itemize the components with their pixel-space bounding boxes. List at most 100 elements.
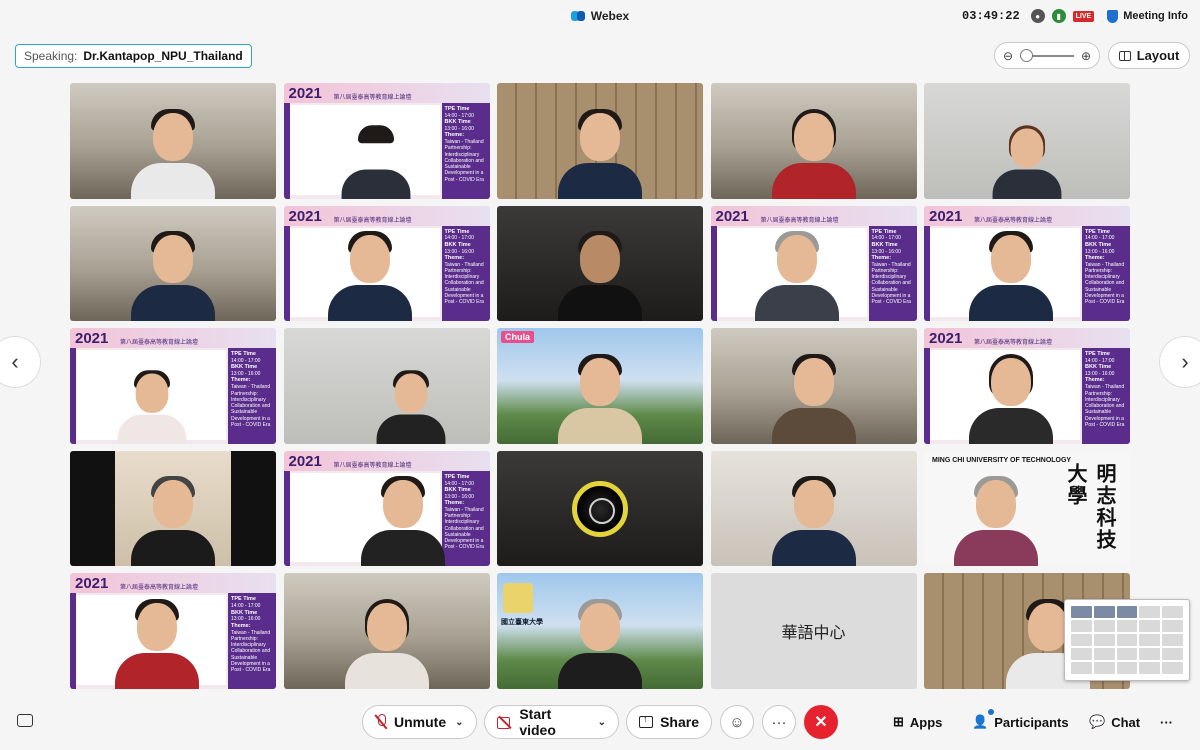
- theme-text: Taiwan - Thailand Partnership: Interdisc…: [1085, 384, 1125, 428]
- video-tile[interactable]: 2021 第八屆臺泰高等教育線上論壇 TPE Time 14:00 - 17:0…: [924, 205, 1130, 322]
- forum-schedule-panel: TPE Time 14:00 - 17:00 BKK Time 13:00 - …: [441, 225, 490, 322]
- chevron-down-icon[interactable]: ⌄: [598, 717, 606, 728]
- forum-schedule-panel: TPE Time 14:00 - 17:00 BKK Time 13:00 - …: [228, 348, 276, 444]
- chevron-down-icon[interactable]: ⌄: [455, 717, 463, 728]
- forum-title: 第八屆臺泰高等教育線上論壇: [120, 585, 199, 592]
- tpe-label: TPE Time: [231, 596, 256, 603]
- forum-title: 第八屆臺泰高等教育線上論壇: [120, 340, 199, 347]
- video-tile[interactable]: [710, 450, 917, 567]
- participant-video: [114, 597, 199, 689]
- self-view-preview[interactable]: [1064, 599, 1190, 681]
- video-tile[interactable]: [283, 328, 490, 444]
- participant-video: [771, 107, 856, 199]
- theme-label: Theme:: [444, 254, 465, 261]
- forum-title: 第八屆臺泰高等教育線上論壇: [974, 217, 1053, 224]
- participants-label: Participants: [994, 714, 1069, 730]
- speaker-name: Dr.Kantapop_NPU_Thailand: [83, 49, 243, 63]
- theme-label: Theme:: [231, 622, 251, 629]
- video-tile[interactable]: [497, 205, 703, 322]
- speaking-indicator: Speaking: Dr.Kantapop_NPU_Thailand: [15, 44, 252, 68]
- previous-page-button[interactable]: ‹: [0, 336, 41, 388]
- video-tile[interactable]: Chula: [497, 328, 703, 444]
- chat-button[interactable]: 💬 Chat: [1089, 710, 1140, 734]
- tpe-label: TPE Time: [444, 473, 470, 480]
- meeting-info-label: Meeting Info: [1123, 10, 1188, 22]
- theme-text: Taiwan - Thailand Partnership: Interdisc…: [1085, 261, 1125, 306]
- forum-title: 第八屆臺泰高等教育線上論壇: [760, 217, 839, 224]
- participants-button[interactable]: 👤 Participants: [972, 710, 1069, 734]
- participant-video: [558, 352, 642, 444]
- video-tile[interactable]: [70, 205, 276, 322]
- video-tile[interactable]: 2021 第八屆臺泰高等教育線上論壇 TPE Time 14:00 - 17:0…: [70, 573, 276, 689]
- tpe-time: 14:00 - 17:00: [1085, 358, 1115, 365]
- more-menu-button[interactable]: ···: [1160, 710, 1173, 734]
- bkk-label: BKK Time: [1085, 241, 1112, 248]
- bkk-time: 13:00 - 16:00: [1085, 248, 1115, 255]
- forum-title: 第八屆臺泰高等教育線上論壇: [333, 95, 412, 101]
- meeting-clock: 03:49:22: [962, 9, 1020, 23]
- more-icon: ···: [771, 713, 787, 731]
- video-tile[interactable]: 2021 第八屆臺泰高等教育線上論壇 TPE Time 14:00 - 17:0…: [283, 205, 490, 322]
- video-tile[interactable]: [924, 83, 1130, 199]
- video-tile[interactable]: [283, 573, 490, 689]
- zoom-control[interactable]: ⊖ ⊕: [994, 42, 1100, 69]
- unmute-button[interactable]: Unmute ⌄: [362, 705, 477, 739]
- video-tile[interactable]: [70, 450, 276, 567]
- video-tile[interactable]: 2021 第八屆臺泰高等教育線上論壇 TPE Time 14:00 - 17:0…: [70, 328, 276, 444]
- layout-icon: [1118, 50, 1131, 61]
- camera-off-icon: [497, 716, 512, 729]
- bkk-time: 13:00 - 16:00: [231, 371, 261, 378]
- app-name: Webex: [590, 9, 630, 23]
- participant-video: [344, 597, 429, 689]
- signal-icon[interactable]: ▮: [1051, 9, 1066, 23]
- video-tile[interactable]: 2021 第八屆臺泰高等教育線上論壇 TPE Time 14:00 - 17:0…: [924, 328, 1130, 444]
- video-tile[interactable]: 2021 第八屆臺泰高等教育線上論壇 TPE Time 14:00 - 17:0…: [283, 83, 490, 199]
- bkk-label: BKK Time: [231, 364, 258, 371]
- bkk-label: BKK Time: [444, 241, 471, 248]
- ntu-name: 國立臺東大學: [501, 619, 543, 627]
- start-video-button[interactable]: Start video ⌄: [484, 705, 619, 739]
- bkk-label: BKK Time: [1085, 364, 1112, 371]
- more-options-button[interactable]: ···: [762, 705, 796, 739]
- zoom-slider-thumb[interactable]: [1020, 48, 1033, 62]
- lock-icon[interactable]: ●: [1030, 9, 1045, 23]
- zoom-slider[interactable]: [1020, 48, 1074, 62]
- video-tile[interactable]: 華語中心: [710, 573, 917, 689]
- leave-meeting-button[interactable]: ✕: [804, 705, 838, 739]
- video-tile[interactable]: [710, 83, 917, 199]
- video-tile[interactable]: [710, 328, 917, 444]
- theme-label: Theme:: [1085, 377, 1105, 384]
- layout-button[interactable]: Layout: [1108, 42, 1190, 69]
- forum-year: 2021: [929, 330, 963, 348]
- theme-text: Taiwan - Thailand Partnership: Interdisc…: [871, 261, 911, 306]
- meeting-info-button[interactable]: Meeting Info: [1107, 9, 1188, 23]
- video-tile[interactable]: 2021 第八屆臺泰高等教育線上論壇 TPE Time 14:00 - 17:0…: [710, 205, 917, 322]
- video-tile[interactable]: [497, 450, 703, 567]
- tpe-label: TPE Time: [444, 106, 470, 112]
- share-icon: [639, 714, 654, 728]
- bkk-label: BKK Time: [231, 609, 258, 616]
- title-bar: Webex 03:49:22 ● ▮ LIVE Meeting Info: [0, 0, 1200, 32]
- video-grid: 2021 第八屆臺泰高等教育線上論壇 TPE Time 14:00 - 17:0…: [70, 83, 1130, 689]
- live-badge: LIVE: [1072, 10, 1095, 22]
- bkk-time: 13:00 - 16:00: [444, 126, 474, 132]
- zoom-in-icon[interactable]: ⊕: [1079, 49, 1093, 63]
- next-page-button[interactable]: ›: [1159, 336, 1200, 388]
- university-chinese-name: 明志科技大學: [1064, 462, 1117, 551]
- video-tile[interactable]: 2021 第八屆臺泰高等教育線上論壇 TPE Time 14:00 - 17:0…: [283, 450, 490, 567]
- video-tile[interactable]: MING CHI UNIVERSITY OF TECHNOLOGY 明志科技大學: [924, 450, 1130, 567]
- apps-button[interactable]: ⊞ Apps: [893, 710, 942, 734]
- chula-logo: Chula: [501, 331, 535, 344]
- video-tile[interactable]: [70, 83, 276, 199]
- theme-text: Taiwan - Thailand Partnership: Interdisc…: [444, 139, 484, 183]
- webex-logo-icon: [570, 11, 585, 21]
- video-tile[interactable]: 國立臺東大學: [497, 573, 703, 689]
- reactions-button[interactable]: ☺: [720, 705, 754, 739]
- bkk-time: 13:00 - 16:00: [1085, 371, 1115, 378]
- app-title: Webex: [570, 9, 630, 23]
- zoom-out-icon[interactable]: ⊖: [1001, 49, 1015, 63]
- apps-icon: ⊞: [893, 714, 904, 729]
- video-tile[interactable]: [497, 83, 703, 199]
- participant-video: [771, 474, 856, 567]
- share-button[interactable]: Share: [626, 705, 712, 739]
